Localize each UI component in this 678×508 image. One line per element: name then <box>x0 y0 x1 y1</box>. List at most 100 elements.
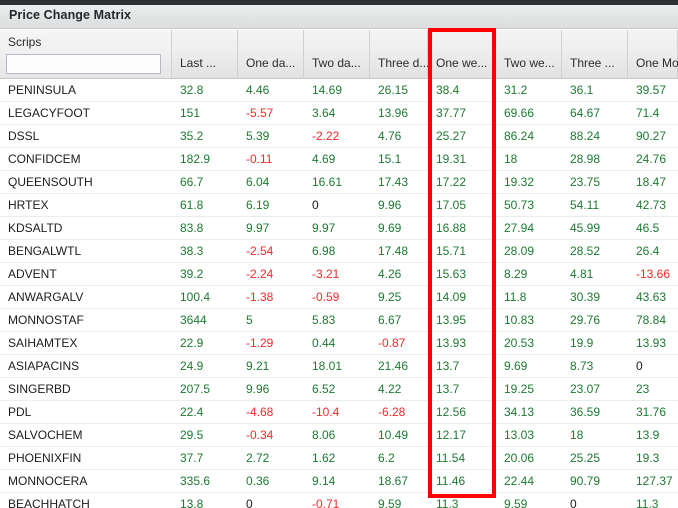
cell-one_day: 0 <box>246 497 253 508</box>
table-row[interactable]: QUEENSOUTH 66.7 6.04 16.61 17.43 17.22 19.32 23… <box>0 171 678 194</box>
cell-one_month: 46.5 <box>636 221 660 235</box>
price-change-matrix-window: Price Change Matrix Scrips Last ... One da… <box>0 0 678 508</box>
cell-one_week: 11.54 <box>436 451 466 465</box>
scrips-filter-input[interactable] <box>6 54 161 74</box>
cell-one_week: 11.3 <box>436 497 459 508</box>
table-row[interactable]: MONNOSTAF 3644 5 5.83 6.67 13.95 10.83 29.76 78.… <box>0 309 678 332</box>
table-row[interactable]: BENGALWTL 38.3 -2.54 6.98 17.48 15.71 28.09 28.… <box>0 240 678 263</box>
cell-last: 39.2 <box>180 267 204 281</box>
cell-one_month: 0 <box>636 359 643 373</box>
cell-three_day: 21.46 <box>378 359 409 373</box>
column-header-one_day[interactable]: One da... <box>238 30 304 78</box>
cell-two_day: 16.61 <box>312 175 343 189</box>
cell-three_week: 18 <box>570 428 584 442</box>
column-header-one_week[interactable]: One we... <box>428 30 496 78</box>
column-header-two_week[interactable]: Two we... <box>496 30 562 78</box>
table-row[interactable]: LEGACYFOOT 151 -5.57 3.64 13.96 37.77 69.66 64.… <box>0 102 678 125</box>
cell-scrip-name: SAIHAMTEX <box>8 336 78 350</box>
cell-one_week: 13.7 <box>436 359 460 373</box>
cell-two_week: 50.73 <box>504 198 535 212</box>
cell-one_month: 71.4 <box>636 106 660 120</box>
grid-body: PENINSULA 32.8 4.46 14.69 26.15 38.4 31.2 36.1 3… <box>0 79 678 508</box>
cell-one_day: 9.21 <box>246 359 270 373</box>
column-header-label-one_week: One we... <box>436 56 488 70</box>
cell-scrip-name: MONNOSTAF <box>8 313 84 327</box>
cell-two_day: 9.97 <box>312 221 336 235</box>
cell-scrip-name: BEACHHATCH <box>8 497 90 508</box>
cell-one_week: 16.88 <box>436 221 467 235</box>
cell-two_day: 0 <box>312 198 319 212</box>
column-header-one_month[interactable]: One Mor <box>628 30 678 78</box>
panel-title-bar: Price Change Matrix <box>0 5 678 29</box>
cell-one_week: 15.63 <box>436 267 467 281</box>
cell-scrip-name: MONNOCERA <box>8 474 88 488</box>
cell-last: 38.3 <box>180 244 204 258</box>
table-row[interactable]: MONNOCERA 335.6 0.36 9.14 18.67 11.46 22.44 90.… <box>0 470 678 493</box>
cell-three_day: 9.69 <box>378 221 402 235</box>
table-row[interactable]: CONFIDCEM 182.9 -0.11 4.69 15.1 19.31 18 28.98 2… <box>0 148 678 171</box>
cell-three_day: -0.87 <box>378 336 406 350</box>
cell-last: 37.7 <box>180 451 204 465</box>
table-row[interactable]: PENINSULA 32.8 4.46 14.69 26.15 38.4 31.2 36.1 3… <box>0 79 678 102</box>
cell-one_month: 78.84 <box>636 313 667 327</box>
table-row[interactable]: SALVOCHEM 29.5 -0.34 8.06 10.49 12.17 13.03 18 1… <box>0 424 678 447</box>
cell-one_month: 127.37 <box>636 474 673 488</box>
cell-scrip-name: HRTEX <box>8 198 49 212</box>
cell-last: 335.6 <box>180 474 211 488</box>
table-row[interactable]: PDL 22.4 -4.68 -10.4 -6.28 12.56 34.13 36.59 31.… <box>0 401 678 424</box>
cell-last: 66.7 <box>180 175 204 189</box>
cell-two_day: 6.98 <box>312 244 336 258</box>
column-header-last[interactable]: Last ... <box>172 30 238 78</box>
cell-two_day: -0.59 <box>312 290 340 304</box>
grid-header-row: Scrips Last ... One da... Two da... Three d.… <box>0 30 678 79</box>
cell-one_week: 38.4 <box>436 83 460 97</box>
column-header-three_day[interactable]: Three d... <box>370 30 430 78</box>
cell-two_day: 1.62 <box>312 451 336 465</box>
column-header-label-three_day: Three d... <box>378 56 430 70</box>
table-row[interactable]: ANWARGALV 100.4 -1.38 -0.59 9.25 14.09 11.8 30.… <box>0 286 678 309</box>
cell-three_week: 36.1 <box>570 83 594 97</box>
cell-one_day: 2.72 <box>246 451 270 465</box>
table-row[interactable]: BEACHHATCH 13.8 0 -0.71 9.59 11.3 9.59 0 11.3 <box>0 493 678 508</box>
cell-one_week: 12.56 <box>436 405 467 419</box>
cell-three_day: 4.26 <box>378 267 402 281</box>
cell-two_week: 11.8 <box>504 290 527 304</box>
cell-three_day: 13.96 <box>378 106 409 120</box>
column-header-two_day[interactable]: Two da... <box>304 30 370 78</box>
table-row[interactable]: HRTEX 61.8 6.19 0 9.96 17.05 50.73 54.11 42.73 <box>0 194 678 217</box>
cell-three_day: -6.28 <box>378 405 406 419</box>
table-row[interactable]: KDSALTD 83.8 9.97 9.97 9.69 16.88 27.94 45.99 46… <box>0 217 678 240</box>
cell-three_week: 64.67 <box>570 106 601 120</box>
cell-one_day: -5.57 <box>246 106 274 120</box>
cell-last: 24.9 <box>180 359 204 373</box>
cell-one_month: 43.63 <box>636 290 667 304</box>
cell-one_week: 25.27 <box>436 129 467 143</box>
cell-last: 100.4 <box>180 290 211 304</box>
cell-two_week: 9.69 <box>504 359 528 373</box>
cell-two_week: 27.94 <box>504 221 535 235</box>
table-row[interactable]: DSSL 35.2 5.39 -2.22 4.76 25.27 86.24 88.24 90.2… <box>0 125 678 148</box>
table-row[interactable]: SINGERBD 207.5 9.96 6.52 4.22 13.7 19.25 23.07 2… <box>0 378 678 401</box>
cell-two_week: 34.13 <box>504 405 535 419</box>
cell-three_day: 9.96 <box>378 198 402 212</box>
cell-three_week: 88.24 <box>570 129 601 143</box>
table-row[interactable]: ASIAPACINS 24.9 9.21 18.01 21.46 13.7 9.69 8.73… <box>0 355 678 378</box>
cell-one_month: 13.9 <box>636 428 660 442</box>
column-header-scrip[interactable]: Scrips <box>0 30 172 78</box>
cell-scrip-name: SINGERBD <box>8 382 71 396</box>
price-matrix-grid: Scrips Last ... One da... Two da... Three d.… <box>0 30 678 508</box>
cell-last: 35.2 <box>180 129 204 143</box>
cell-last: 22.4 <box>180 405 204 419</box>
cell-two_day: 0.44 <box>312 336 336 350</box>
cell-two_day: -3.21 <box>312 267 340 281</box>
table-row[interactable]: PHOENIXFIN 37.7 2.72 1.62 6.2 11.54 20.06 25.25… <box>0 447 678 470</box>
cell-one_day: 6.19 <box>246 198 270 212</box>
cell-last: 32.8 <box>180 83 204 97</box>
column-header-three_week[interactable]: Three ... <box>562 30 628 78</box>
column-header-label-one_day: One da... <box>246 56 296 70</box>
table-row[interactable]: SAIHAMTEX 22.9 -1.29 0.44 -0.87 13.93 20.53 19.… <box>0 332 678 355</box>
cell-last: 207.5 <box>180 382 211 396</box>
table-row[interactable]: ADVENT 39.2 -2.24 -3.21 4.26 15.63 8.29 4.81 -13… <box>0 263 678 286</box>
cell-two_week: 28.09 <box>504 244 535 258</box>
cell-two_day: 4.69 <box>312 152 336 166</box>
